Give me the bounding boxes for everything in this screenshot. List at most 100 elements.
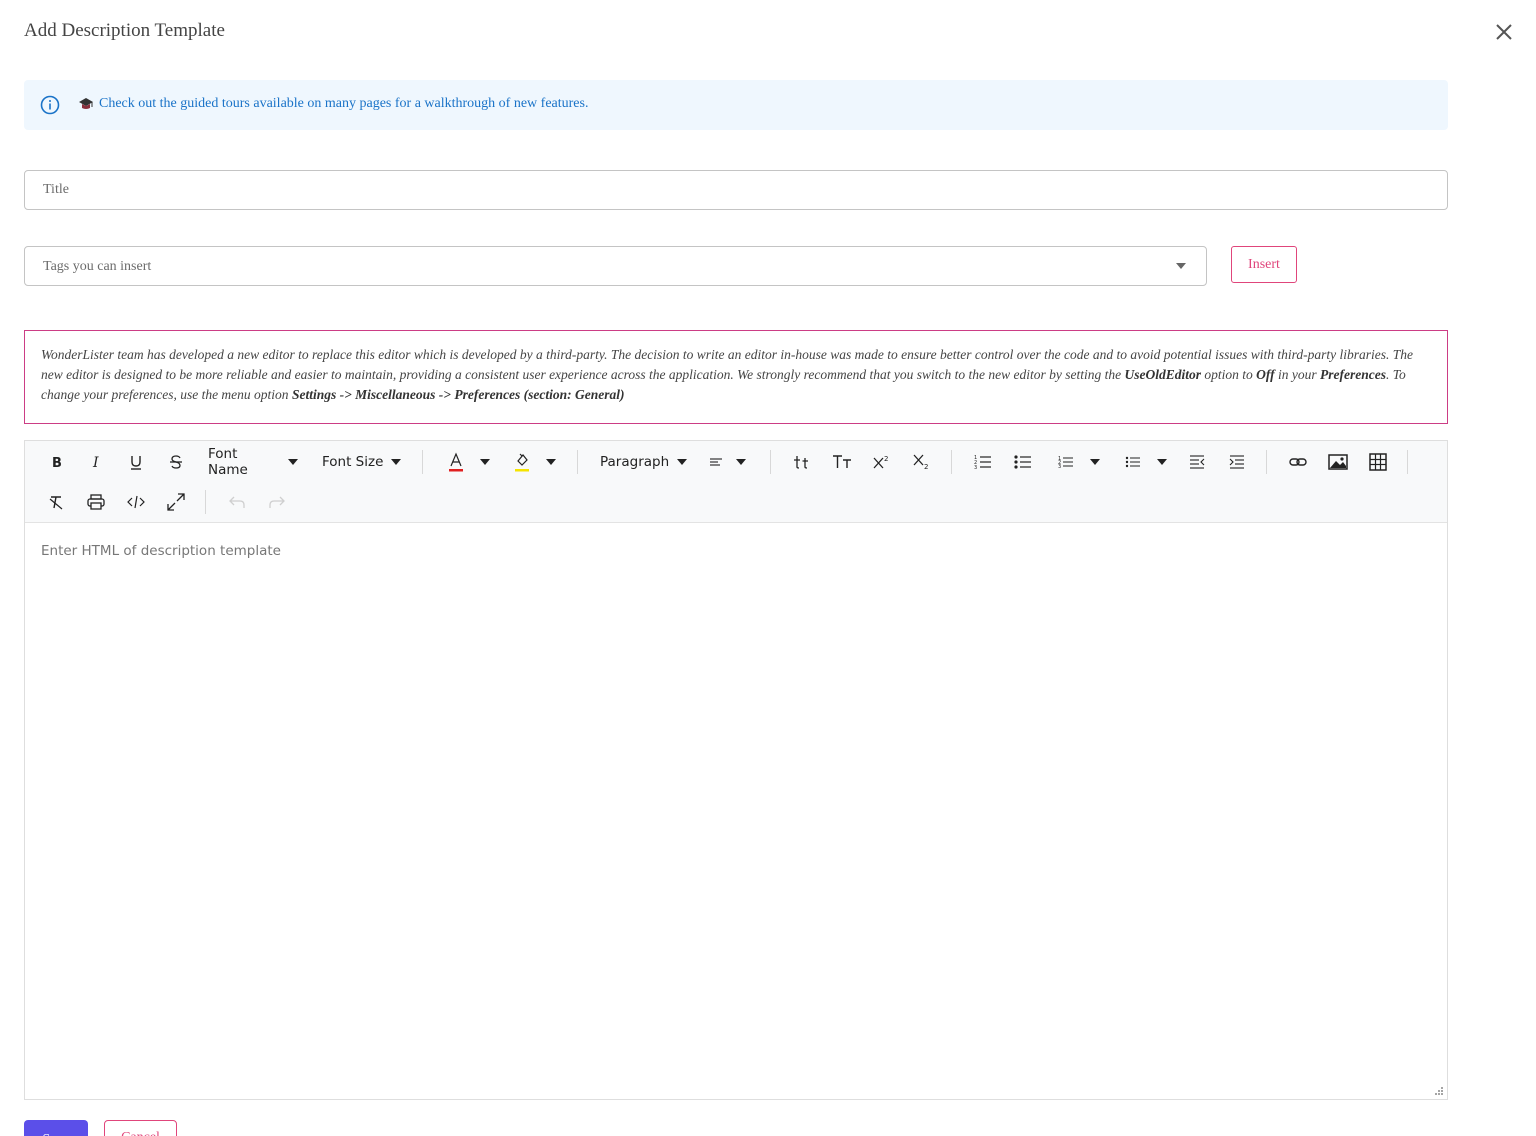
svg-text:2: 2 <box>884 455 888 463</box>
svg-text:B: B <box>52 456 62 469</box>
font-color-dropdown[interactable] <box>477 453 493 471</box>
bold-button[interactable]: B <box>45 451 67 473</box>
save-button[interactable]: Save <box>24 1120 88 1136</box>
editor-notice: WonderLister team has developed a new ed… <box>24 330 1448 424</box>
info-icon <box>40 95 60 115</box>
link-icon <box>1289 458 1307 466</box>
superscript-button[interactable]: 2 <box>871 451 893 473</box>
svg-text:3: 3 <box>1058 464 1061 470</box>
fullscreen-button[interactable] <box>165 491 187 513</box>
notice-text-2: option to <box>1200 367 1257 382</box>
ordered-list-button[interactable]: 123 <box>972 451 994 473</box>
title-input[interactable] <box>24 170 1448 210</box>
italic-button[interactable]: I <box>85 451 107 473</box>
chevron-down-icon <box>546 459 556 465</box>
uppercase-button[interactable] <box>831 451 853 473</box>
chevron-down-icon <box>391 459 402 465</box>
redo-icon <box>269 496 285 508</box>
tags-placeholder: Tags you can insert <box>43 259 152 274</box>
font-name-dropdown[interactable]: Font Name <box>208 446 298 478</box>
font-name-label: Font Name <box>208 446 248 478</box>
numbered-list-format-icon: 123 <box>1058 456 1073 470</box>
bold-icon: B <box>52 456 62 469</box>
clear-format-button[interactable] <box>45 491 67 513</box>
chevron-down-icon <box>1090 459 1100 465</box>
close-button[interactable] <box>1492 20 1516 44</box>
dialog-title: Add Description Template <box>24 20 225 41</box>
strikethrough-button[interactable] <box>165 451 187 473</box>
undo-icon <box>229 496 245 508</box>
chevron-down-icon <box>677 459 688 465</box>
info-text: Check out the guided tours available on … <box>99 96 589 111</box>
paragraph-dropdown[interactable]: Paragraph <box>600 451 688 473</box>
image-icon <box>1328 454 1348 470</box>
tags-select[interactable]: Tags you can insert <box>24 246 1207 286</box>
unordered-list-icon <box>1014 455 1031 469</box>
outdent-button[interactable] <box>1186 451 1208 473</box>
underline-button[interactable] <box>125 451 147 473</box>
source-code-button[interactable] <box>125 491 147 513</box>
lowercase-icon <box>794 456 808 469</box>
bulleted-list-format-icon <box>1125 456 1140 468</box>
chevron-down-icon <box>1176 263 1186 269</box>
notice-preferences: Preferences <box>1320 367 1386 382</box>
graduation-cap-icon <box>79 98 93 109</box>
chevron-down-icon <box>1157 459 1167 465</box>
notice-option-name: UseOldEditor <box>1124 367 1201 382</box>
strikethrough-icon <box>170 455 182 469</box>
paragraph-label: Paragraph <box>600 454 670 470</box>
underline-icon <box>131 456 141 470</box>
highlight-button[interactable] <box>511 451 533 473</box>
font-size-label: Font Size <box>322 454 384 470</box>
undo-button[interactable] <box>226 491 248 513</box>
unordered-list-button[interactable] <box>1012 451 1034 473</box>
print-icon <box>87 494 105 510</box>
highlight-icon <box>515 453 529 472</box>
svg-text:3: 3 <box>974 465 977 471</box>
svg-text:2: 2 <box>924 463 928 471</box>
insert-button[interactable]: Insert <box>1231 246 1297 283</box>
image-button[interactable] <box>1327 451 1349 473</box>
bulleted-list-dropdown[interactable] <box>1154 453 1170 471</box>
subscript-icon: 2 <box>913 454 928 471</box>
indent-icon <box>1229 455 1244 469</box>
font-color-icon <box>449 452 463 472</box>
chevron-down-icon <box>736 459 746 465</box>
numbered-list-dropdown[interactable] <box>1087 453 1103 471</box>
close-icon <box>1496 24 1512 40</box>
info-banner: Check out the guided tours available on … <box>24 80 1448 130</box>
align-dropdown[interactable] <box>733 453 749 471</box>
redo-button[interactable] <box>266 491 288 513</box>
align-icon <box>710 458 722 466</box>
indent-button[interactable] <box>1226 451 1248 473</box>
outdent-icon <box>1190 455 1205 469</box>
font-color-button[interactable] <box>445 451 467 473</box>
bulleted-list-format-button[interactable] <box>1122 451 1144 473</box>
highlight-dropdown[interactable] <box>543 453 559 471</box>
clear-format-icon <box>49 496 63 510</box>
resize-grip-icon[interactable] <box>1434 1086 1444 1096</box>
print-button[interactable] <box>85 491 107 513</box>
chevron-down-icon <box>480 459 490 465</box>
editor-placeholder[interactable]: Enter HTML of description template <box>41 543 281 559</box>
notice-option-value: Off <box>1256 367 1275 382</box>
link-button[interactable] <box>1287 451 1309 473</box>
svg-text:I: I <box>92 455 99 469</box>
editor-toolbar: B I Font Name Font Size Paragraph 2 2 1 … <box>25 441 1447 523</box>
notice-text-3: in your <box>1274 367 1320 382</box>
align-button[interactable] <box>705 451 727 473</box>
table-icon <box>1369 453 1387 471</box>
chevron-down-icon <box>288 459 298 465</box>
font-size-dropdown[interactable]: Font Size <box>322 451 402 473</box>
ordered-list-icon: 123 <box>974 455 991 471</box>
table-button[interactable] <box>1367 451 1389 473</box>
numbered-list-format-button[interactable]: 123 <box>1055 451 1077 473</box>
lowercase-button[interactable] <box>791 451 813 473</box>
uppercase-icon <box>833 455 851 468</box>
superscript-icon: 2 <box>873 455 888 469</box>
subscript-button[interactable]: 2 <box>911 451 933 473</box>
notice-menu-path: Settings -> Miscellaneous -> Preferences… <box>291 387 625 402</box>
cancel-button[interactable]: Cancel <box>104 1120 177 1136</box>
fullscreen-icon <box>167 493 185 511</box>
italic-icon: I <box>92 455 99 469</box>
